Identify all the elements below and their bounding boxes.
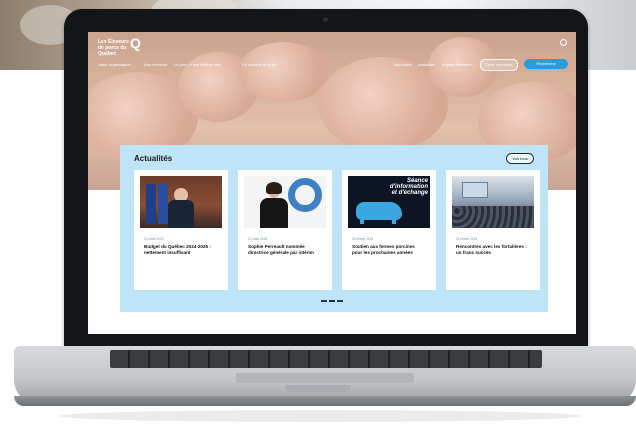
site-logo[interactable]: Les Éleveurs de porcs du Québec	[98, 39, 132, 57]
nav-item-organisation[interactable]: Notre organisation	[98, 62, 131, 67]
logo-mark-icon[interactable]: Q	[130, 35, 141, 51]
search-button[interactable]: Recherche	[524, 59, 568, 69]
news-title[interactable]: Sophie Perreault nommée directrice génér…	[248, 244, 322, 255]
news-date: 28 février 2024	[352, 237, 374, 241]
news-date: 11 mars 2024	[248, 237, 268, 241]
members-button[interactable]: Zone membres	[480, 59, 518, 71]
news-title[interactable]: Rencontres avec les fortalières : un fra…	[456, 244, 530, 255]
nav-item-nouvelles[interactable]: Nouvelles	[394, 62, 412, 67]
nav-item-espace[interactable]: Espace éleveurs	[442, 62, 472, 67]
nav-item-chiffres[interactable]: Le porc et ses chiffres clés	[174, 62, 221, 67]
nav-item-secteur[interactable]: Un secteur de pros	[242, 62, 276, 67]
news-card-1[interactable]: 12 mars 2024 Budget du Québec 2024-2025 …	[134, 170, 228, 290]
lid-notch	[285, 385, 351, 392]
trackpad	[236, 373, 414, 383]
conference-audience-photo	[452, 176, 534, 228]
nav-item-eleveurs[interactable]: Nos éleveurs	[144, 62, 167, 67]
woman-portrait-photo	[244, 176, 326, 228]
official-at-podium-photo	[140, 176, 222, 228]
news-heading: Actualités	[134, 154, 173, 163]
news-card-4[interactable]: 21 février 2024 Rencontres avec les fort…	[446, 170, 540, 290]
nav-item-actualites[interactable]: Actualités	[418, 62, 435, 67]
see-all-button[interactable]: Voir tous	[506, 153, 534, 164]
search-icon[interactable]	[560, 39, 567, 46]
carousel-dot-1[interactable]	[321, 300, 327, 302]
keyboard	[110, 350, 542, 368]
webcam-icon	[323, 17, 328, 22]
poster-line-3: et d'échange	[391, 190, 428, 196]
news-card-2[interactable]: 11 mars 2024 Sophie Perreault nommée dir…	[238, 170, 332, 290]
laptop-screen: Les Éleveurs de porcs du Québec Q Notre …	[88, 32, 576, 334]
news-date: 21 février 2024	[456, 237, 478, 241]
carousel-dot-2[interactable]	[329, 300, 335, 302]
news-date: 12 mars 2024	[144, 237, 164, 241]
carousel-dot-3[interactable]	[337, 300, 343, 302]
pig-silhouette-poster: Séance d'information et d'échange	[348, 176, 430, 228]
laptop-base-edge	[14, 396, 636, 406]
news-title[interactable]: Soutien aux fermes porcines pour les pro…	[352, 244, 426, 255]
laptop-shadow	[60, 410, 580, 422]
news-title[interactable]: Budget du Québec 2024-2025 : nettement i…	[144, 244, 218, 255]
news-card-3[interactable]: Séance d'information et d'échange 28 fév…	[342, 170, 436, 290]
